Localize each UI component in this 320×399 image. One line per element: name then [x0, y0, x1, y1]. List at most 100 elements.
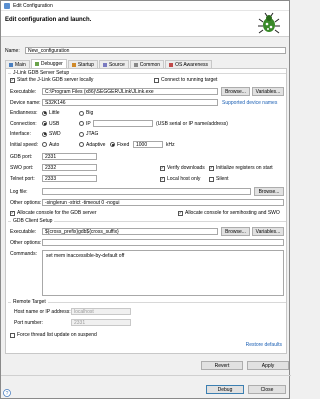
telnet-port-label: Telnet port:: [10, 175, 35, 182]
tab-common[interactable]: Common: [129, 60, 165, 68]
revert-apply-row: Revert Apply: [201, 361, 289, 370]
swd-radio[interactable]: [42, 131, 47, 137]
allocate-gdb-console-label: Allocate console for the GDB server: [17, 210, 97, 216]
jlink-executable-row: Executable: C:\Program Files (x86)\SEGGE…: [10, 87, 284, 96]
connect-running-checkbox[interactable]: Connect to running target: [154, 77, 217, 83]
telnet-port-row: Telnet port: 2333: [10, 175, 97, 182]
startup-tab-icon: [71, 62, 76, 67]
tab-bar: Main Debugger Startup Source Common OS A…: [5, 59, 213, 68]
allocate-swo-console-checkbox[interactable]: ✓ Allocate console for semihosting and S…: [178, 210, 280, 216]
host-input[interactable]: localhost: [71, 308, 131, 315]
debug-button[interactable]: Debug: [206, 385, 244, 394]
gdb-port-label: GDB port:: [10, 153, 33, 160]
bug-icon: [258, 12, 280, 34]
interface-label: Interface:: [10, 131, 31, 137]
help-icon[interactable]: ?: [3, 389, 11, 397]
client-executable-input[interactable]: ${cross_prefix}gdb${cross_suffix}: [42, 228, 218, 235]
supported-devices-link[interactable]: Supported device names: [222, 100, 277, 106]
checkbox-checked-icon: ✓: [10, 210, 15, 216]
allocate-gdb-console-checkbox[interactable]: ✓ Allocate console for the GDB server: [10, 210, 96, 216]
log-file-label: Log file:: [10, 188, 28, 195]
adaptive-radio[interactable]: [79, 142, 84, 147]
tab-debugger[interactable]: Debugger: [30, 59, 67, 68]
close-button[interactable]: Close: [248, 385, 286, 394]
tab-main[interactable]: Main: [5, 60, 30, 68]
checkbox-unchecked-icon: [154, 77, 159, 83]
gdb-port-input[interactable]: 2331: [42, 153, 97, 160]
log-file-row: Log file: Browse...: [10, 187, 284, 196]
debugger-tab-icon: [34, 62, 39, 66]
jlink-browse-button[interactable]: Browse...: [221, 87, 250, 96]
speed-input[interactable]: 1000: [133, 141, 163, 148]
os-awareness-tab-icon: [169, 62, 174, 67]
jlink-executable-input[interactable]: C:\Program Files (x86)\SEGGER\JLink\JLin…: [42, 88, 218, 95]
ip-radio[interactable]: [79, 121, 84, 126]
client-executable-label: Executable:: [10, 228, 37, 235]
client-other-options-row: Other options:: [10, 239, 284, 246]
remote-target-group-title: Remote Target: [11, 299, 48, 305]
auto-radio[interactable]: [42, 142, 47, 147]
jlink-other-options-input[interactable]: -singlerun -strict -timeout 0 -nogui: [42, 199, 284, 206]
tab-label: Source: [108, 61, 125, 68]
port-input[interactable]: 2331: [71, 319, 131, 326]
restore-defaults-link[interactable]: Restore defaults: [246, 342, 282, 348]
checkbox-checked-icon: ✓: [178, 210, 183, 216]
usb-label: USB: [49, 120, 60, 127]
start-locally-checkbox[interactable]: ✓ Start the J-Link GDB server locally: [10, 77, 93, 83]
client-variables-button[interactable]: Variables...: [252, 227, 284, 236]
speed-row: Initial speed: Auto Adaptive Fixed 1000 …: [10, 141, 175, 148]
interface-row: Interface: SWD JTAG: [10, 131, 98, 137]
commands-textarea[interactable]: set mem inaccessible-by-default off: [42, 250, 284, 296]
client-executable-row: Executable: ${cross_prefix}gdb${cross_su…: [10, 227, 284, 236]
connection-row: Connection: USB IP (USB serial or IP nam…: [10, 120, 228, 127]
init-registers-checkbox[interactable]: ✓ Initialize registers on start: [209, 165, 273, 171]
connection-label: Connection:: [10, 120, 37, 127]
jtag-label: JTAG: [86, 131, 99, 137]
start-locally-label: Start the J-Link GDB server locally: [17, 77, 94, 83]
jtag-radio[interactable]: [79, 131, 84, 137]
apply-button[interactable]: Apply: [247, 361, 289, 370]
client-browse-button[interactable]: Browse...: [221, 227, 250, 236]
tab-label: Main: [15, 61, 26, 68]
source-tab-icon: [102, 62, 107, 67]
jlink-variables-button[interactable]: Variables...: [252, 87, 284, 96]
restore-defaults-row: Restore defaults: [246, 342, 282, 348]
client-other-options-input[interactable]: [42, 239, 284, 246]
swo-port-input[interactable]: 2332: [42, 164, 97, 171]
debug-close-row: Debug Close: [206, 385, 286, 394]
silent-checkbox[interactable]: Silent: [209, 176, 229, 182]
common-tab-icon: [133, 62, 138, 67]
telnet-port-input[interactable]: 2333: [42, 175, 97, 182]
log-file-browse-button[interactable]: Browse...: [254, 187, 284, 196]
tab-startup[interactable]: Startup: [67, 60, 98, 68]
checkbox-checked-icon: ✓: [10, 77, 15, 83]
adaptive-label: Adaptive: [86, 141, 106, 148]
name-row: Name: New_configuration: [5, 47, 286, 54]
name-input[interactable]: New_configuration: [25, 47, 286, 54]
usb-radio[interactable]: [42, 121, 47, 126]
jlink-other-options-row: Other options: -singlerun -strict -timeo…: [10, 199, 284, 206]
commands-label: Commands:: [10, 251, 37, 257]
verify-downloads-checkbox[interactable]: ✓ Verify downloads: [160, 165, 205, 171]
big-radio[interactable]: [79, 110, 84, 116]
tab-source[interactable]: Source: [98, 60, 129, 68]
fixed-radio[interactable]: [110, 142, 115, 147]
revert-button[interactable]: Revert: [201, 361, 243, 370]
init-registers-label: Initialize registers on start: [216, 165, 273, 171]
force-thread-checkbox[interactable]: Force thread list update on suspend: [10, 332, 97, 338]
checkbox-checked-icon: ✓: [160, 176, 165, 182]
connection-address-input[interactable]: [93, 120, 153, 127]
tab-label: Common: [139, 61, 161, 68]
device-input[interactable]: S32K146: [42, 99, 218, 106]
swo-port-row: SWO port: 2332: [10, 164, 97, 171]
speed-label: Initial speed:: [10, 141, 39, 148]
auto-label: Auto: [49, 141, 60, 148]
little-radio[interactable]: [42, 110, 47, 116]
little-label: Little: [49, 110, 60, 116]
swd-label: SWD: [49, 131, 61, 137]
local-host-only-checkbox[interactable]: ✓ Local host only: [160, 176, 200, 182]
connect-running-label: Connect to running target: [161, 77, 218, 83]
tab-os-awareness[interactable]: OS Awareness: [165, 60, 213, 68]
checkbox-unchecked-icon: [10, 332, 15, 338]
log-file-input[interactable]: [42, 188, 251, 195]
